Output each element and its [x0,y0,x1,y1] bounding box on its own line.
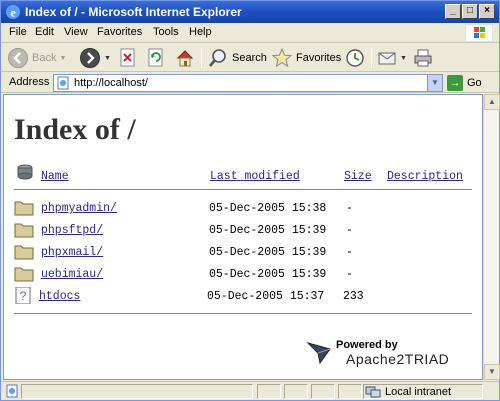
search-button[interactable]: Search [207,47,267,69]
entry-link[interactable]: htdocs [39,290,80,303]
browser-window: e Index of / - Microsoft Internet Explor… [0,0,500,401]
page-title: Index of / [14,113,136,146]
svg-text:?: ? [20,289,27,303]
folder-icon [14,223,34,238]
column-name-header[interactable]: Name [41,170,69,183]
footer-divider [14,313,472,314]
menu-edit[interactable]: Edit [35,26,54,38]
toolbar-separator [371,48,372,68]
menu-bar: File Edit View Favorites Tools Help [1,23,499,43]
listing-row: uebimiau/ 05-Dec-2005 15:39 - [14,265,474,287]
listing-row: phpxmail/ 05-Dec-2005 15:39 - [14,243,474,265]
listing-row: ? htdocs 05-Dec-2005 15:37 233 [14,287,474,309]
close-button[interactable]: × [479,4,495,19]
entry-size: - [346,224,353,237]
address-bar: Address http://localhost/ ▼ → Go [1,73,499,93]
menu-file[interactable]: File [9,26,27,38]
status-pane [284,384,308,399]
apache2triad-brand: Apache2TRIAD [346,351,450,367]
maximize-button[interactable]: □ [462,4,478,19]
favorites-star-icon [271,47,293,68]
page-content: Index of / Name Last modified Size Descr… [3,94,483,380]
page-status-icon [6,384,18,398]
entry-size: 233 [343,290,364,303]
powered-by-text: Powered by [336,339,398,351]
mail-button[interactable]: ▼ [377,47,407,69]
stop-icon [120,48,135,67]
print-button[interactable] [413,47,433,69]
favorites-button[interactable]: Favorites [271,47,341,69]
entry-size: - [346,246,353,259]
header-divider [14,189,472,190]
entry-link[interactable]: phpmyadmin/ [41,202,117,215]
print-icon [414,49,432,67]
status-pane [257,384,281,399]
entry-size: - [346,202,353,215]
entry-modified: 05-Dec-2005 15:37 [207,290,325,303]
history-button[interactable] [345,47,365,69]
standard-toolbar: Back ▼ ▼ Search Favorites ▼ [1,44,499,72]
column-size-header[interactable]: Size [344,170,372,183]
folder-icon [14,245,34,260]
back-button[interactable]: Back ▼ [7,47,66,69]
entry-link[interactable]: uebimiau/ [41,268,103,281]
window-title: Index of / - Microsoft Internet Explorer [25,5,242,19]
go-arrow-icon: → [447,75,463,91]
powered-by-logo[interactable]: Powered by Apache2TRIAD [306,337,476,367]
vertical-scrollbar[interactable]: ▲ ▼ [483,94,500,380]
page-icon [57,76,69,90]
listing-row: phpsftpd/ 05-Dec-2005 15:39 - [14,221,474,243]
minimize-button[interactable]: _ [445,4,461,19]
folder-icon [14,267,34,282]
svg-text:e: e [10,6,16,20]
listing-row: phpmyadmin/ 05-Dec-2005 15:38 - [14,199,474,221]
title-bar: e Index of / - Microsoft Internet Explor… [1,1,499,23]
entry-modified: 05-Dec-2005 15:38 [209,202,327,215]
ie-logo-icon: e [6,5,20,20]
status-text-pane [21,384,253,399]
apache-feather-icon [306,342,331,365]
refresh-button[interactable] [147,47,165,69]
go-button[interactable]: → Go [447,74,482,92]
entry-modified: 05-Dec-2005 15:39 [209,246,327,259]
windows-logo-icon [465,24,493,42]
menu-tools[interactable]: Tools [153,26,179,38]
mail-icon [378,52,396,65]
stop-button[interactable] [119,47,137,69]
entry-link[interactable]: phpsftpd/ [41,224,103,237]
status-bar: Local intranet [1,381,499,400]
home-icon [176,50,194,67]
address-dropdown-button[interactable]: ▼ [427,75,442,91]
column-description-header[interactable]: Description [387,170,463,183]
zone-label: Local intranet [385,386,452,398]
forward-arrow-icon [80,48,100,68]
entry-link[interactable]: phpxmail/ [41,246,103,259]
menu-help[interactable]: Help [189,26,212,38]
column-modified-header[interactable]: Last modified [210,170,300,183]
security-zone: Local intranet [365,385,451,399]
address-label: Address [9,76,50,88]
address-input[interactable]: http://localhost/ ▼ [53,74,443,92]
status-pane [338,384,362,399]
history-icon [346,49,364,67]
blank-icon [17,164,33,180]
scroll-down-button[interactable]: ▼ [484,364,500,380]
toolbar-separator [201,48,202,68]
forward-button[interactable]: ▼ [79,47,111,69]
search-icon [209,49,226,67]
menu-view[interactable]: View [64,26,88,38]
back-arrow-icon [8,48,28,68]
entry-modified: 05-Dec-2005 15:39 [209,268,327,281]
entry-modified: 05-Dec-2005 15:39 [209,224,327,237]
menu-favorites[interactable]: Favorites [97,26,142,38]
home-button[interactable] [175,47,195,69]
status-pane [311,384,335,399]
unknown-file-icon: ? [15,287,31,304]
address-url: http://localhost/ [74,77,148,89]
local-intranet-icon [365,386,381,398]
entry-size: - [346,268,353,281]
folder-icon [14,201,34,216]
refresh-icon [148,48,163,67]
scroll-up-button[interactable]: ▲ [484,94,500,110]
